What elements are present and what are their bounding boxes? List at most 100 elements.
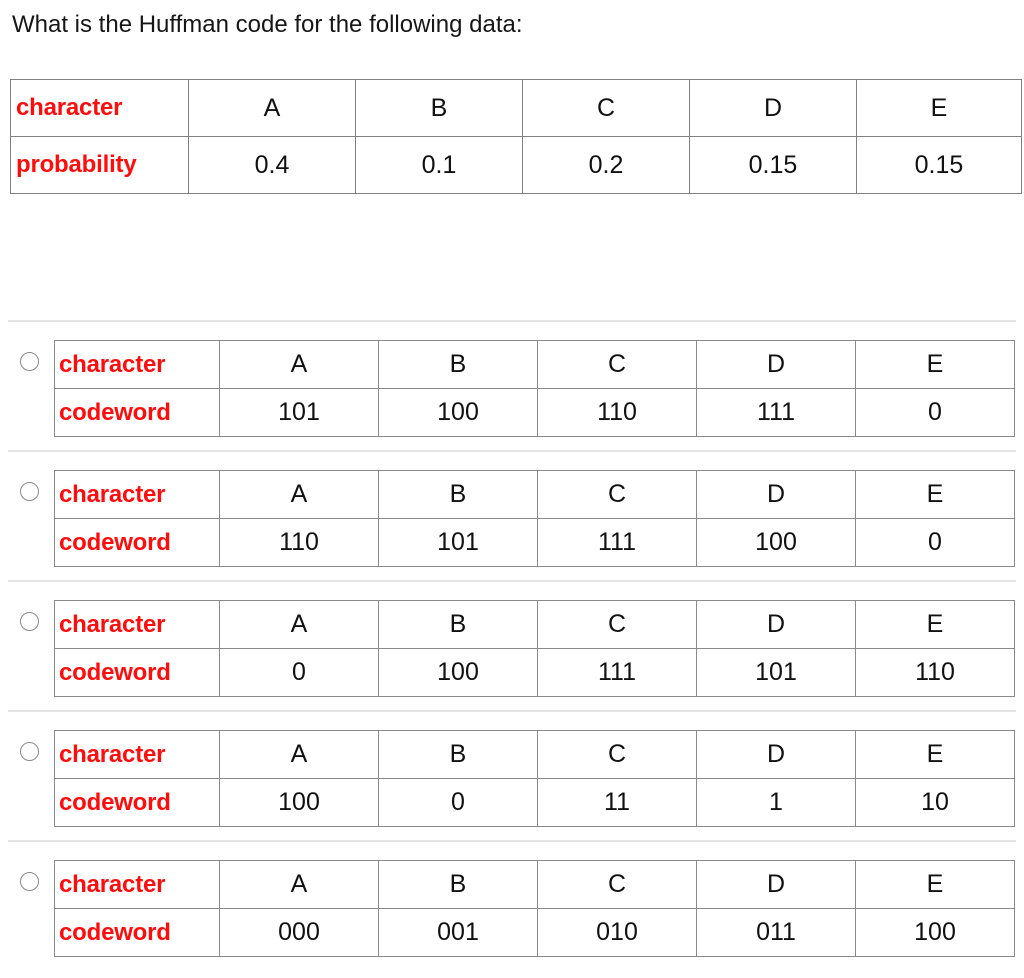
option-e-table: character A B C D E codeword 000 001 010… (54, 860, 1015, 957)
row-label-character: character (54, 600, 220, 649)
row-label-codeword: codeword (54, 388, 220, 437)
character-cell: D (696, 470, 856, 519)
character-cell: B (378, 470, 538, 519)
table-row: codeword 110 101 111 100 0 (54, 518, 1015, 567)
row-label-codeword: codeword (54, 648, 220, 697)
probability-cell: 0.15 (856, 136, 1022, 194)
probability-cell: 0.1 (355, 136, 523, 194)
character-cell: D (696, 730, 856, 779)
character-cell: D (696, 600, 856, 649)
character-cell: C (522, 79, 690, 137)
row-label-character: character (10, 79, 189, 137)
codeword-cell: 1 (696, 778, 856, 827)
character-cell: C (537, 730, 697, 779)
row-label-character: character (54, 860, 220, 909)
character-cell: A (219, 860, 379, 909)
codeword-cell: 100 (378, 648, 538, 697)
character-cell: D (696, 860, 856, 909)
table-row: character A B C D E (54, 340, 1015, 389)
codeword-cell: 010 (537, 908, 697, 957)
codeword-cell: 111 (537, 648, 697, 697)
codeword-cell: 11 (537, 778, 697, 827)
option-divider (8, 320, 1016, 322)
codeword-cell: 100 (378, 388, 538, 437)
probability-cell: 0.15 (689, 136, 857, 194)
character-cell: D (689, 79, 857, 137)
probability-cell: 0.4 (188, 136, 356, 194)
option-b-table: character A B C D E codeword 110 101 111… (54, 470, 1015, 567)
character-cell: E (855, 730, 1015, 779)
table-row: character A B C D E (54, 600, 1015, 649)
codeword-cell: 001 (378, 908, 538, 957)
character-cell: E (855, 470, 1015, 519)
option-a-table: character A B C D E codeword 101 100 110… (54, 340, 1015, 437)
radio-button-option-b[interactable] (20, 482, 39, 501)
codeword-cell: 100 (855, 908, 1015, 957)
character-cell: C (537, 470, 697, 519)
codeword-cell: 110 (855, 648, 1015, 697)
character-cell: A (219, 730, 379, 779)
codeword-cell: 101 (696, 648, 856, 697)
character-cell: A (188, 79, 356, 137)
character-cell: C (537, 340, 697, 389)
option-divider (8, 450, 1016, 452)
row-label-probability: probability (10, 136, 189, 194)
row-label-codeword: codeword (54, 908, 220, 957)
answer-option-b[interactable]: character A B C D E codeword 110 101 111… (0, 450, 1024, 580)
table-row: codeword 000 001 010 011 100 (54, 908, 1015, 957)
character-cell: A (219, 470, 379, 519)
codeword-cell: 0 (855, 388, 1015, 437)
character-cell: E (855, 340, 1015, 389)
option-d-table: character A B C D E codeword 100 0 11 1 … (54, 730, 1015, 827)
codeword-cell: 111 (696, 388, 856, 437)
character-cell: B (378, 860, 538, 909)
radio-button-option-d[interactable] (20, 742, 39, 761)
radio-button-option-a[interactable] (20, 352, 39, 371)
option-divider (8, 840, 1016, 842)
codeword-cell: 011 (696, 908, 856, 957)
character-cell: B (378, 600, 538, 649)
row-label-character: character (54, 470, 220, 519)
radio-button-option-c[interactable] (20, 612, 39, 631)
table-row: character A B C D E (54, 470, 1015, 519)
table-row: character A B C D E (54, 860, 1015, 909)
character-cell: D (696, 340, 856, 389)
page-title: What is the Huffman code for the followi… (12, 11, 523, 38)
character-cell: A (219, 600, 379, 649)
character-cell: E (855, 860, 1015, 909)
codeword-cell: 110 (537, 388, 697, 437)
character-cell: A (219, 340, 379, 389)
probability-cell: 0.2 (522, 136, 690, 194)
table-row: codeword 100 0 11 1 10 (54, 778, 1015, 827)
codeword-cell: 0 (855, 518, 1015, 567)
answer-option-a[interactable]: character A B C D E codeword 101 100 110… (0, 320, 1024, 450)
codeword-cell: 0 (378, 778, 538, 827)
option-divider (8, 710, 1016, 712)
table-row: probability 0.4 0.1 0.2 0.15 0.15 (10, 136, 1022, 194)
codeword-cell: 10 (855, 778, 1015, 827)
codeword-cell: 101 (219, 388, 379, 437)
answer-option-e[interactable]: character A B C D E codeword 000 001 010… (0, 840, 1024, 973)
codeword-cell: 101 (378, 518, 538, 567)
codeword-cell: 110 (219, 518, 379, 567)
character-cell: E (856, 79, 1022, 137)
table-row: character A B C D E (10, 79, 1022, 137)
table-row: codeword 0 100 111 101 110 (54, 648, 1015, 697)
character-cell: C (537, 600, 697, 649)
character-cell: B (378, 340, 538, 389)
option-c-table: character A B C D E codeword 0 100 111 1… (54, 600, 1015, 697)
option-divider (8, 580, 1016, 582)
codeword-cell: 111 (537, 518, 697, 567)
character-cell: B (355, 79, 523, 137)
answer-options-list: character A B C D E codeword 101 100 110… (0, 320, 1024, 973)
codeword-cell: 100 (696, 518, 856, 567)
table-row: character A B C D E (54, 730, 1015, 779)
codeword-cell: 0 (219, 648, 379, 697)
row-label-codeword: codeword (54, 778, 220, 827)
answer-option-c[interactable]: character A B C D E codeword 0 100 111 1… (0, 580, 1024, 710)
answer-option-d[interactable]: character A B C D E codeword 100 0 11 1 … (0, 710, 1024, 840)
radio-button-option-e[interactable] (20, 872, 39, 891)
question-data-table: character A B C D E probability 0.4 0.1 … (10, 79, 1022, 194)
codeword-cell: 100 (219, 778, 379, 827)
character-cell: E (855, 600, 1015, 649)
